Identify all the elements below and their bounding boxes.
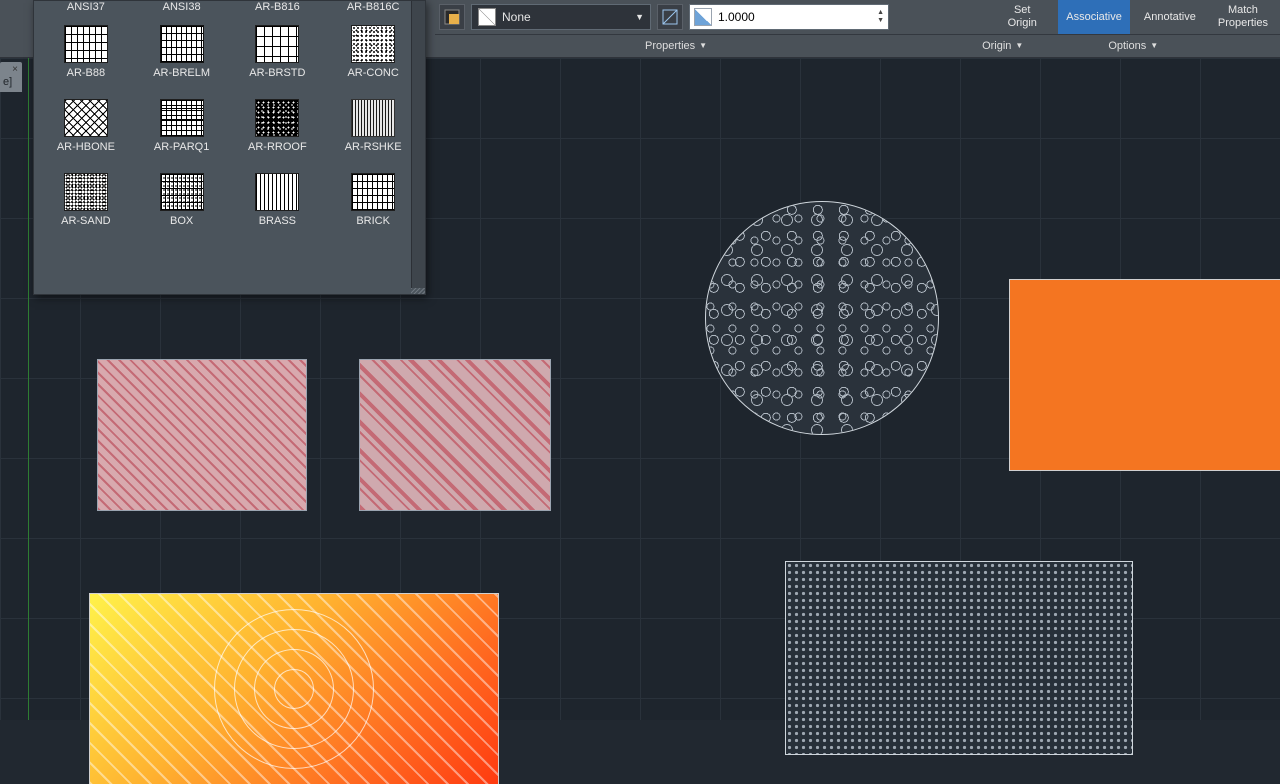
pattern-thumb-icon bbox=[64, 99, 108, 137]
pattern-label: AR-B816 bbox=[255, 1, 300, 13]
chevron-down-icon: ▼ bbox=[699, 41, 707, 50]
pattern-item[interactable]: BRICK bbox=[325, 171, 421, 245]
pattern-item[interactable]: AR-HBONE bbox=[38, 97, 134, 171]
pattern-label: ANSI38 bbox=[163, 1, 201, 13]
pattern-thumb-icon bbox=[255, 173, 299, 211]
match-properties-button[interactable]: Match Properties bbox=[1210, 0, 1276, 34]
solid-rect-orange[interactable] bbox=[1010, 280, 1280, 470]
pattern-item[interactable]: AR-RSHKE bbox=[325, 97, 421, 171]
pattern-item[interactable]: AR-BRELM bbox=[134, 23, 230, 97]
pattern-thumb-icon bbox=[255, 25, 299, 63]
pattern-item[interactable]: BRASS bbox=[230, 171, 326, 245]
pattern-thumb-icon bbox=[160, 99, 204, 137]
spinner-buttons[interactable]: ▲▼ bbox=[877, 9, 884, 25]
close-icon[interactable]: × bbox=[12, 64, 18, 75]
pattern-item[interactable]: AR-B816C bbox=[325, 1, 421, 23]
pattern-item[interactable]: AR-RROOF bbox=[230, 97, 326, 171]
pattern-label: AR-RSHKE bbox=[345, 141, 402, 153]
pattern-thumb-icon bbox=[64, 173, 108, 211]
pattern-label: BRASS bbox=[259, 215, 296, 227]
background-dropdown-label: None bbox=[502, 10, 531, 24]
scale-swatch-icon bbox=[694, 8, 712, 26]
pattern-label: BRICK bbox=[356, 215, 390, 227]
pattern-label: AR-HBONE bbox=[57, 141, 115, 153]
background-dropdown[interactable]: None ▼ bbox=[471, 4, 651, 30]
pattern-label: AR-SAND bbox=[61, 215, 111, 227]
hatch-pattern-gallery[interactable]: ANSI37 ANSI38 AR-B816 AR-B816C AR-B88 AR-BREL… bbox=[33, 0, 426, 295]
pattern-thumb-icon bbox=[351, 173, 395, 211]
pattern-item[interactable]: AR-SAND bbox=[38, 171, 134, 245]
pattern-thumb-icon bbox=[255, 99, 299, 137]
associative-button[interactable]: Associative bbox=[1058, 0, 1130, 34]
none-swatch-icon bbox=[478, 8, 496, 26]
ribbon-panel-labels: Properties ▼ Origin ▼ Options ▼ bbox=[435, 34, 1280, 56]
background-color-button[interactable] bbox=[439, 4, 465, 30]
ribbon-controls-row: None ▼ 1.0000 ▲▼ Set Origin Associative … bbox=[435, 0, 1280, 34]
scale-icon-button[interactable] bbox=[657, 4, 683, 30]
pattern-thumb-icon bbox=[64, 25, 108, 63]
pattern-label: AR-PARQ1 bbox=[154, 141, 209, 153]
pattern-thumb-icon bbox=[351, 99, 395, 137]
pattern-label: AR-BRSTD bbox=[249, 67, 305, 79]
pattern-item[interactable]: AR-CONC bbox=[325, 23, 421, 97]
gallery-scrollbar[interactable] bbox=[411, 1, 425, 288]
hatched-rect-diagonal[interactable] bbox=[360, 360, 550, 510]
pattern-thumb-icon bbox=[160, 25, 204, 63]
chevron-down-icon: ▼ bbox=[1150, 41, 1158, 50]
pattern-label: BOX bbox=[170, 215, 193, 227]
resize-handle-icon[interactable] bbox=[411, 288, 425, 294]
pattern-label: AR-CONC bbox=[347, 67, 398, 79]
pattern-label: AR-BRELM bbox=[153, 67, 210, 79]
tab-label-fragment: e] bbox=[3, 76, 12, 88]
panel-options[interactable]: Options ▼ bbox=[1098, 40, 1168, 52]
pattern-item[interactable]: ANSI38 bbox=[134, 1, 230, 23]
pattern-label: ANSI37 bbox=[67, 1, 105, 13]
pattern-label: AR-B88 bbox=[67, 67, 106, 79]
pattern-item[interactable]: ANSI37 bbox=[38, 1, 134, 23]
hatched-circle-gravel[interactable] bbox=[706, 202, 938, 434]
hatched-rect-crosshatch[interactable] bbox=[98, 360, 306, 510]
gradient-rect[interactable] bbox=[90, 594, 498, 784]
panel-origin[interactable]: Origin ▼ bbox=[972, 40, 1033, 52]
set-origin-button[interactable]: Set Origin bbox=[992, 0, 1052, 34]
hatched-rect-dots[interactable] bbox=[786, 562, 1132, 754]
pattern-item[interactable]: AR-BRSTD bbox=[230, 23, 326, 97]
chevron-down-icon: ▼ bbox=[635, 12, 644, 22]
pattern-thumb-icon bbox=[351, 25, 395, 63]
concentric-rings-icon bbox=[289, 684, 299, 694]
hatch-scale-input[interactable]: 1.0000 ▲▼ bbox=[689, 4, 889, 30]
panel-properties[interactable]: Properties ▼ bbox=[635, 40, 717, 52]
pattern-item[interactable]: AR-B88 bbox=[38, 23, 134, 97]
pattern-thumb-icon bbox=[160, 173, 204, 211]
pattern-item[interactable]: BOX bbox=[134, 171, 230, 245]
pattern-item[interactable]: AR-B816 bbox=[230, 1, 326, 23]
pattern-label: AR-B816C bbox=[347, 1, 400, 13]
y-axis-line bbox=[28, 58, 29, 720]
chevron-down-icon: ▼ bbox=[1015, 41, 1023, 50]
drawing-tab[interactable]: × e] bbox=[0, 62, 22, 92]
annotative-button[interactable]: Annotative bbox=[1136, 0, 1204, 34]
pattern-label: AR-RROOF bbox=[248, 141, 307, 153]
pattern-item[interactable]: AR-PARQ1 bbox=[134, 97, 230, 171]
hatch-scale-value: 1.0000 bbox=[718, 10, 755, 24]
